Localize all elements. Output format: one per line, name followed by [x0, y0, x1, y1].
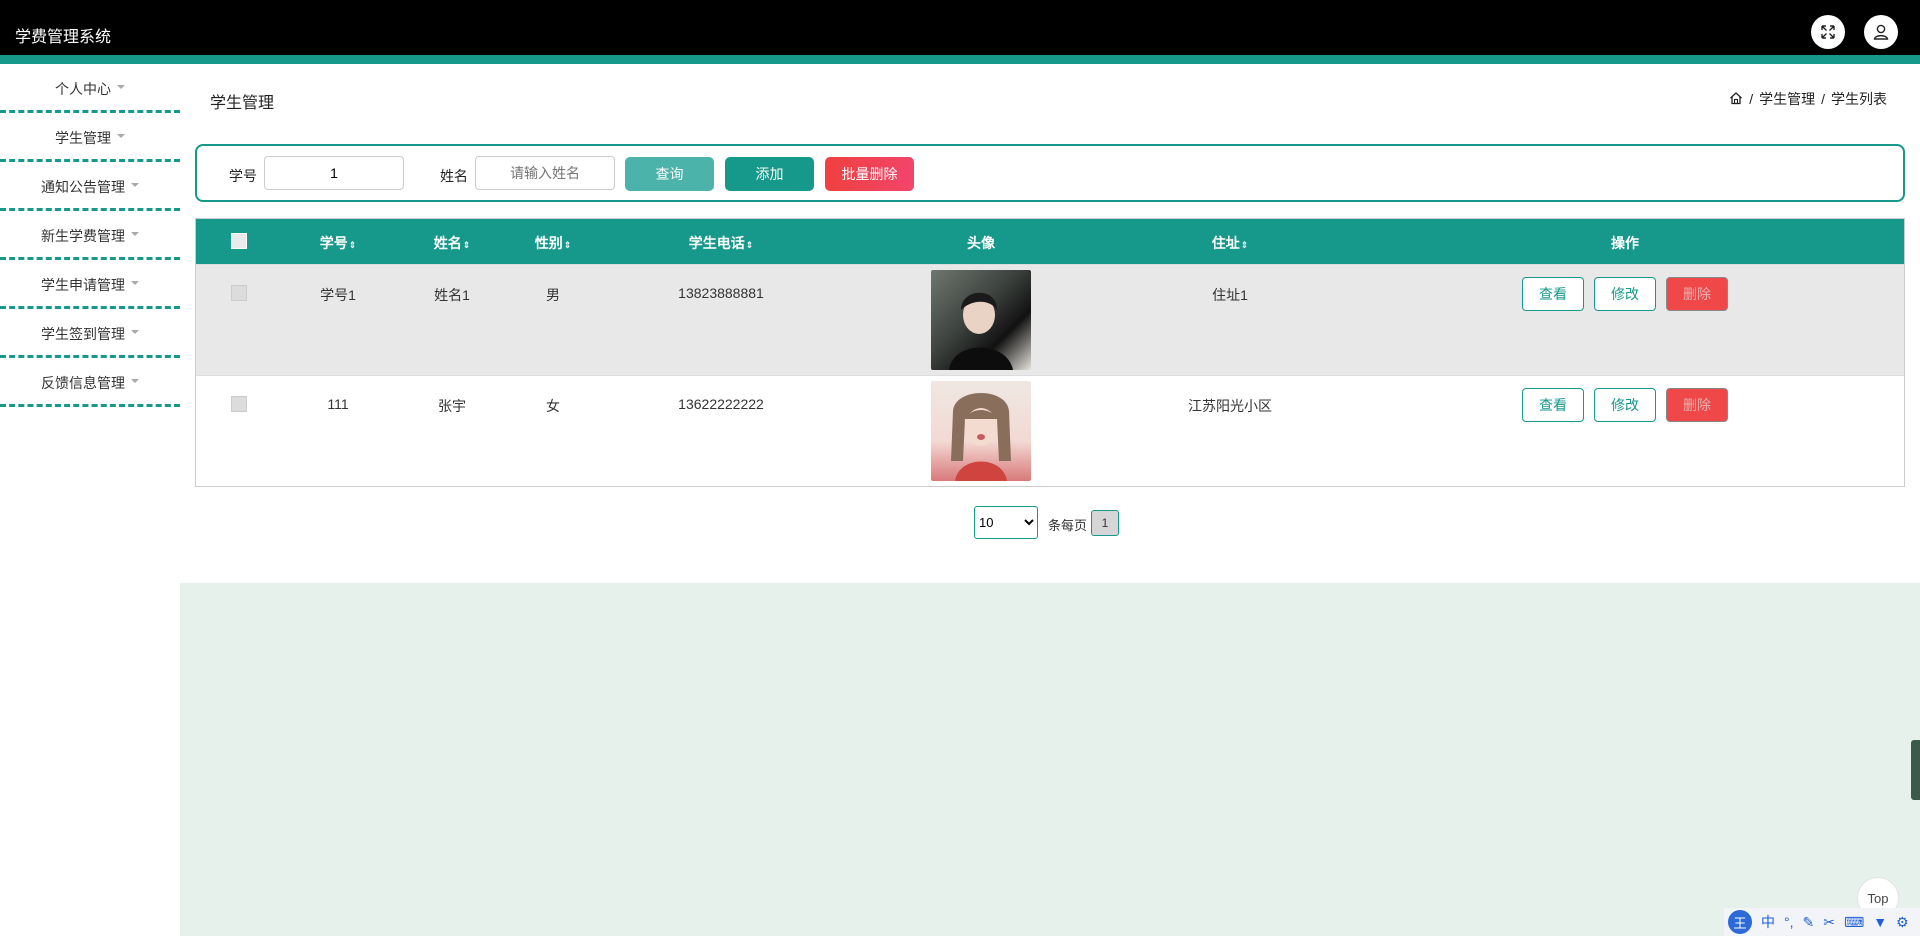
header-name[interactable]: 姓名⇕: [434, 233, 471, 253]
app-title: 学费管理系统: [15, 29, 112, 46]
fullscreen-icon[interactable]: [1811, 15, 1845, 49]
student-no-input[interactable]: [264, 156, 404, 190]
sidebar-item-label: 学生申请管理: [41, 277, 125, 293]
add-button[interactable]: 添加: [725, 157, 814, 191]
sidebar-item-application-management[interactable]: 学生申请管理: [0, 260, 180, 309]
header-label: 学号: [319, 235, 348, 251]
sidebar-item-checkin-management[interactable]: 学生签到管理: [0, 309, 180, 358]
punctuation-icon[interactable]: °,: [1784, 914, 1794, 930]
caret-down-icon: [117, 134, 125, 139]
header-avatar: 头像: [967, 235, 995, 251]
table-header: 学号⇕ 姓名⇕ 性别⇕ 学生电话⇕ 头像 住址⇕ 操作: [196, 219, 1904, 264]
header-label: 性别: [534, 235, 563, 251]
sidebar-item-label: 个人中心: [55, 81, 111, 97]
caret-down-icon: [117, 85, 125, 90]
home-icon[interactable]: [1729, 91, 1743, 108]
cell-gender: 男: [546, 287, 560, 303]
scissors-icon[interactable]: ✂: [1823, 914, 1835, 931]
settings-icon[interactable]: ⚙: [1896, 914, 1909, 931]
sidebar-item-label: 反馈信息管理: [41, 375, 125, 391]
header-phone[interactable]: 学生电话⇕: [689, 233, 754, 253]
student-no-label: 学号: [229, 168, 257, 184]
breadcrumb-item-student-list: 学生列表: [1831, 91, 1887, 107]
header-label: 姓名: [433, 235, 462, 251]
edit-button[interactable]: 修改: [1594, 277, 1656, 311]
sidebar-item-personal-center[interactable]: 个人中心: [0, 64, 180, 113]
sidebar-item-student-management[interactable]: 学生管理: [0, 113, 180, 162]
sidebar-item-tuition-management[interactable]: 新生学费管理: [0, 211, 180, 260]
caret-down-icon: [131, 232, 139, 237]
row-checkbox[interactable]: [231, 396, 247, 412]
pen-icon[interactable]: ✎: [1803, 914, 1815, 931]
page-size-select[interactable]: 10: [974, 506, 1038, 539]
sort-icon: ⇕: [745, 240, 754, 250]
page-title: 学生管理: [210, 95, 275, 112]
ime-logo-icon[interactable]: 王: [1728, 910, 1752, 934]
main-content: 学生管理 / 学生管理 / 学生列表 学号 姓名 查询 添加 批量删除 学号⇕ …: [180, 64, 1920, 936]
skin-icon[interactable]: ▼: [1873, 914, 1887, 930]
user-icon[interactable]: [1864, 15, 1898, 49]
sidebar: 个人中心 学生管理 通知公告管理 新生学费管理 学生申请管理 学生签到管理 反馈…: [0, 64, 180, 407]
student-table: 学号⇕ 姓名⇕ 性别⇕ 学生电话⇕ 头像 住址⇕ 操作 学号1 姓名1 男 13…: [195, 218, 1905, 487]
cell-phone: 13823888881: [678, 285, 764, 301]
query-button[interactable]: 查询: [625, 157, 714, 191]
caret-down-icon: [131, 330, 139, 335]
ime-language-toggle[interactable]: 中: [1761, 912, 1775, 932]
cell-phone: 13622222222: [678, 396, 764, 412]
cell-student-no: 111: [327, 396, 349, 412]
side-drawer-tab[interactable]: [1911, 740, 1920, 800]
sidebar-item-label: 学生签到管理: [41, 326, 125, 342]
view-button[interactable]: 查看: [1522, 277, 1584, 311]
search-form: 学号 姓名 查询 添加 批量删除: [195, 144, 1905, 202]
delete-button[interactable]: 删除: [1666, 277, 1728, 311]
topbar-accent-stripe: [0, 55, 1920, 64]
sidebar-item-label: 新生学费管理: [41, 228, 125, 244]
sidebar-item-notice-management[interactable]: 通知公告管理: [0, 162, 180, 211]
breadcrumb-separator: /: [1749, 91, 1754, 107]
cell-name: 姓名1: [434, 287, 470, 303]
caret-down-icon: [131, 281, 139, 286]
top-bar: 学费管理系统: [0, 0, 1920, 64]
cell-name: 张宇: [438, 398, 466, 414]
page-number-button[interactable]: 1: [1091, 510, 1119, 536]
breadcrumb-item-student-management[interactable]: 学生管理: [1759, 89, 1815, 109]
caret-down-icon: [131, 183, 139, 188]
breadcrumb: / 学生管理 / 学生列表: [1729, 89, 1887, 109]
cell-gender: 女: [546, 398, 560, 414]
select-all-checkbox[interactable]: [231, 233, 247, 249]
table-row: 111 张宇 女 13622222222 江苏阳光小区 查看 修改 删除: [196, 375, 1904, 486]
delete-button[interactable]: 删除: [1666, 388, 1728, 422]
name-label: 姓名: [440, 168, 468, 184]
avatar-image: [931, 270, 1031, 370]
batch-delete-button[interactable]: 批量删除: [825, 157, 914, 191]
table-row: 学号1 姓名1 男 13823888881 住址1 查看 修改 删除: [196, 264, 1904, 375]
view-button[interactable]: 查看: [1522, 388, 1584, 422]
sort-icon: ⇕: [348, 240, 357, 250]
header-actions: 操作: [1611, 235, 1639, 251]
per-page-label: 条每页: [1048, 518, 1088, 533]
caret-down-icon: [131, 379, 139, 384]
name-input[interactable]: [475, 156, 615, 190]
sort-icon: ⇕: [1240, 240, 1249, 250]
header-address[interactable]: 住址⇕: [1212, 233, 1249, 253]
breadcrumb-separator: /: [1821, 91, 1825, 107]
header-label: 住址: [1211, 235, 1240, 251]
cell-address: 江苏阳光小区: [1188, 398, 1272, 414]
sort-icon: ⇕: [563, 240, 572, 250]
sort-icon: ⇕: [462, 240, 471, 250]
content-background: [180, 583, 1920, 936]
avatar-image: [931, 381, 1031, 481]
sidebar-item-feedback-management[interactable]: 反馈信息管理: [0, 358, 180, 407]
keyboard-icon[interactable]: ⌨: [1844, 914, 1864, 931]
header-student-no[interactable]: 学号⇕: [320, 233, 357, 253]
header-label: 学生电话: [688, 235, 745, 251]
header-gender[interactable]: 性别⇕: [535, 233, 572, 253]
edit-button[interactable]: 修改: [1594, 388, 1656, 422]
row-checkbox[interactable]: [231, 285, 247, 301]
cell-student-no: 学号1: [320, 287, 356, 303]
sidebar-item-label: 学生管理: [55, 130, 111, 146]
sidebar-item-label: 通知公告管理: [41, 179, 125, 195]
cell-address: 住址1: [1212, 287, 1248, 303]
ime-toolbar: 王 中 °, ✎ ✂ ⌨ ▼ ⚙: [1724, 908, 1920, 936]
